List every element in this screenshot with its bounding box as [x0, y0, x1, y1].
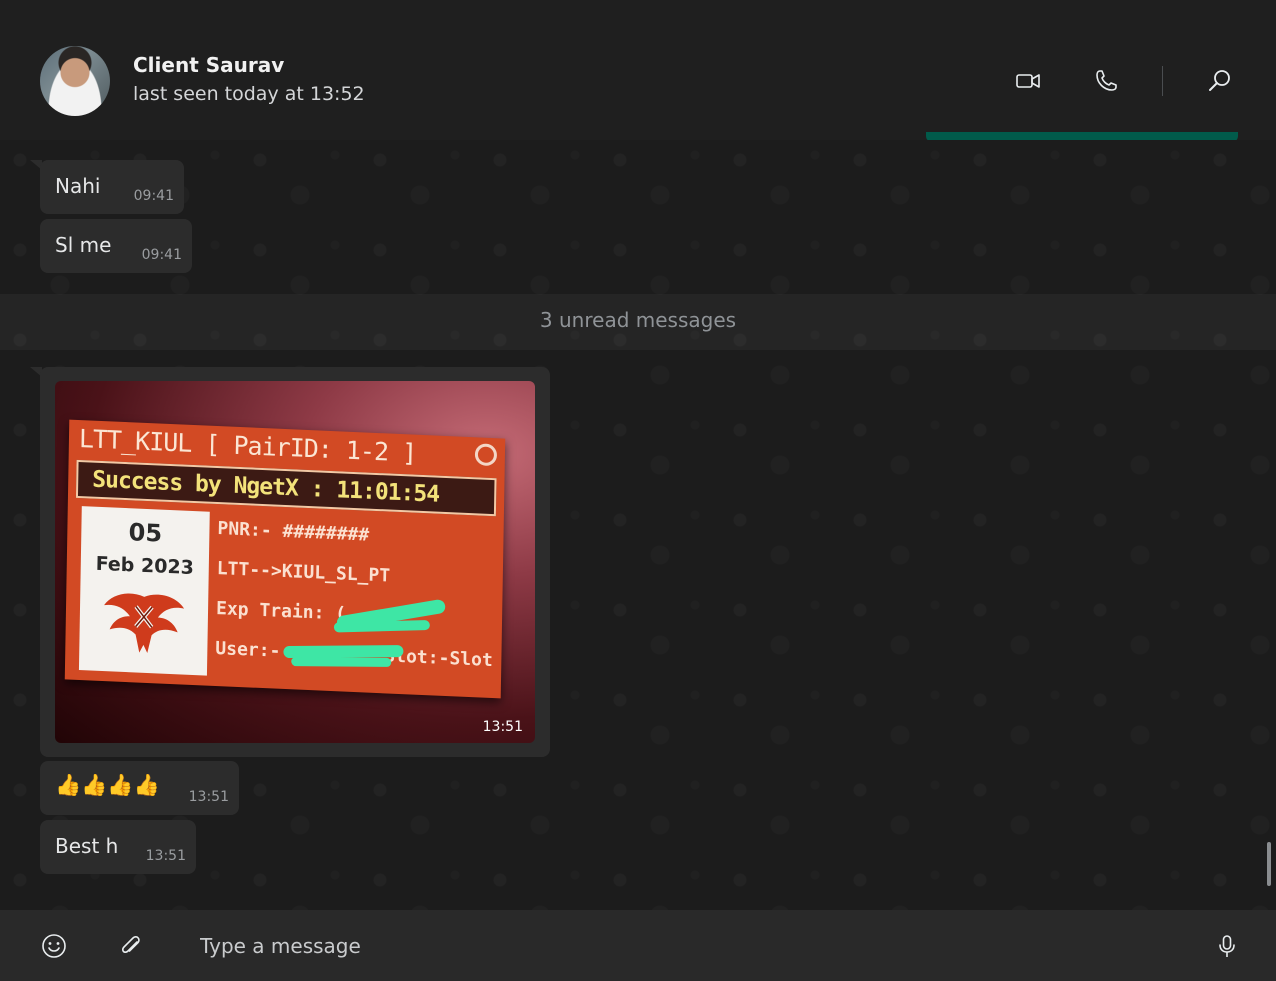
redaction-scribble [291, 657, 392, 667]
microphone-icon [1219, 935, 1235, 957]
redaction-scribble [333, 619, 431, 633]
image-message-bubble[interactable]: LTT_KIUL [ PairID: 1-2 ] Success by Nget… [40, 367, 550, 757]
emoji-icon [42, 934, 66, 958]
message-text: Nahi [55, 174, 101, 198]
phoenix-logo-icon [104, 593, 185, 654]
video-camera-icon [1016, 74, 1040, 88]
message-time: 13:51 [188, 789, 229, 805]
message-time: 13:51 [482, 719, 523, 735]
photo-train: Exp Train: ( [215, 598, 347, 625]
search-chat-button[interactable] [1205, 66, 1235, 96]
paperclip-icon [122, 936, 140, 953]
voice-call-button[interactable] [1091, 66, 1121, 96]
message-composer [0, 910, 1276, 981]
message-time: 09:41 [141, 247, 182, 263]
message-text: Best h [55, 834, 119, 858]
chat-header: Client Saurav last seen today at 13:52 [0, 0, 1276, 142]
message-input[interactable] [200, 928, 1160, 964]
message-bubble[interactable]: Best h 13:51 [40, 820, 196, 874]
chat-area[interactable]: Nahi 09:41 Sl me 09:41 3 unread messages… [0, 140, 1276, 910]
phone-icon [1096, 70, 1117, 91]
whatsapp-window: Client Saurav last seen today at 13:52 N… [0, 0, 1276, 981]
message-bubble[interactable]: Nahi 09:41 [40, 160, 184, 214]
message-text: Sl me [55, 233, 112, 257]
contact-avatar[interactable] [40, 46, 110, 116]
voice-message-button[interactable] [1213, 932, 1241, 960]
message-time: 09:41 [133, 188, 174, 204]
search-icon [1209, 70, 1230, 91]
message-bubble[interactable]: Sl me 09:41 [40, 219, 192, 273]
photo-user-label: User:- [215, 637, 281, 662]
contact-last-seen: last seen today at 13:52 [133, 83, 365, 105]
emoji-button[interactable] [40, 932, 68, 960]
photo-day: 05 [128, 518, 163, 548]
unread-messages-label: 3 unread messages [539, 308, 737, 332]
contact-name[interactable]: Client Saurav [133, 53, 284, 77]
message-text: 👍👍👍👍 [55, 773, 160, 797]
photo-month-year: Feb 2023 [95, 552, 195, 580]
photo-date-box: 05 Feb 2023 [78, 506, 210, 676]
photo-screen-card: LTT_KIUL [ PairID: 1-2 ] Success by Nget… [64, 419, 506, 699]
chat-scrollbar[interactable] [1267, 842, 1271, 886]
photo-success-text: Success by NgetX : 11:01:54 [92, 466, 440, 508]
photo-route: LTT-->KIUL_SL_PT [216, 558, 391, 587]
image-attachment[interactable]: LTT_KIUL [ PairID: 1-2 ] Success by Nget… [55, 381, 535, 743]
attach-button[interactable] [117, 932, 145, 960]
message-bubble[interactable]: 👍👍👍👍 13:51 [40, 761, 239, 815]
photo-title-text: LTT_KIUL [ PairID: 1-2 ] [78, 424, 417, 468]
message-time: 13:51 [145, 848, 186, 864]
header-divider [1162, 66, 1163, 96]
power-icon [474, 443, 498, 467]
photo-pnr: PNR:- ######## [217, 518, 370, 546]
video-call-button[interactable] [1013, 66, 1043, 96]
